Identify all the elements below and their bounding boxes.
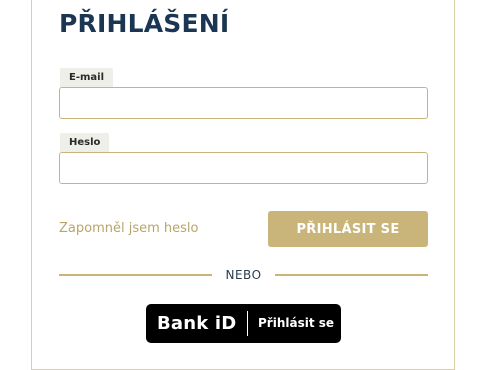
bankid-separator	[247, 311, 248, 336]
password-field[interactable]	[59, 152, 428, 184]
login-button[interactable]: PŘIHLÁSIT SE	[268, 211, 428, 247]
email-field[interactable]	[59, 87, 428, 119]
bankid-button-label: Přihlásit se	[258, 316, 335, 330]
bankid-logo: Bank iD	[157, 313, 237, 334]
page-title: PŘIHLÁŠENÍ	[59, 9, 230, 38]
password-label: Heslo	[60, 133, 110, 152]
divider-line-left	[59, 274, 212, 276]
divider-text: NEBO	[225, 268, 262, 282]
forgot-password-link[interactable]: Zapomněl jsem heslo	[59, 219, 198, 239]
bankid-login-button[interactable]: Bank iD Přihlásit se	[146, 304, 341, 343]
divider-line-right	[275, 274, 428, 276]
email-label: E-mail	[60, 68, 114, 87]
